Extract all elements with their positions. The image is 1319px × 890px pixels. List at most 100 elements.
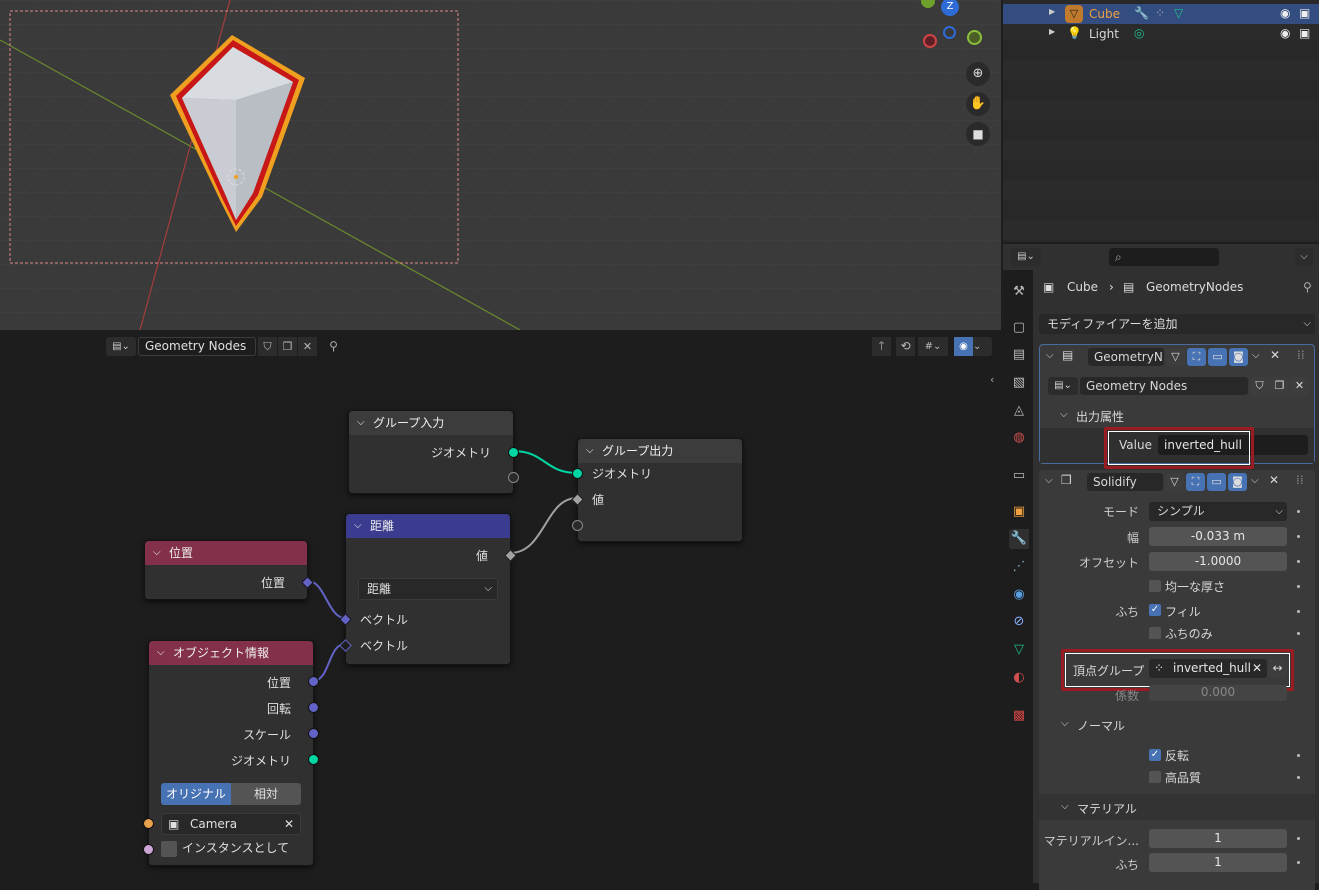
zoom-icon[interactable]: ⊕ bbox=[966, 62, 990, 86]
gizmo-neg-y[interactable] bbox=[967, 30, 982, 45]
properties-editor[interactable]: ▤⌄ ⌕ ⌵ ⚒ ▢ ▤ ▧ ◬ ◍ ▭ ▣ 🔧 ⋰ ◉ ⊘ ▽ ◐ ▩ ▣ C… bbox=[1003, 244, 1319, 890]
texture-tab-icon[interactable]: ▩ bbox=[1009, 706, 1029, 726]
collapse-chevron-icon[interactable]: ⌵ bbox=[1046, 350, 1054, 361]
empty-input-socket[interactable] bbox=[572, 520, 583, 531]
node-header[interactable]: ⌵ 位置 bbox=[145, 541, 307, 565]
dropdown-chevron-icon[interactable]: ⌵ bbox=[1252, 350, 1260, 361]
keyframe-dot[interactable] bbox=[1297, 754, 1300, 757]
keyframe-dot[interactable] bbox=[1297, 510, 1300, 513]
node-header[interactable]: ⌵ オブジェクト情報 bbox=[149, 641, 313, 665]
object-tab-icon[interactable]: ▣ bbox=[1009, 502, 1029, 522]
node-position[interactable]: ⌵ 位置 位置 bbox=[144, 540, 314, 600]
viewport-display-toggle-icon[interactable]: ▭ bbox=[1208, 348, 1227, 366]
original-button[interactable]: オリジナル bbox=[161, 783, 231, 805]
render-camera-icon[interactable]: ▣ bbox=[1299, 6, 1310, 20]
collection-tab-icon[interactable]: ▭ bbox=[1009, 466, 1029, 486]
object-field[interactable]: ▣ Camera ✕ bbox=[161, 813, 301, 835]
options-chevron-icon[interactable]: ⌵ bbox=[1295, 248, 1313, 266]
view-layer-tab-icon[interactable]: ▧ bbox=[1009, 373, 1029, 393]
edit-mode-toggle-icon[interactable]: ▽ bbox=[1166, 348, 1185, 366]
node-group-output[interactable]: ⌵ グループ出力 ジオメトリ 値 bbox=[571, 438, 743, 542]
tree-type-button[interactable]: ▤⌄ bbox=[1048, 377, 1078, 395]
3d-viewport[interactable]: Z ⊕ ✋ ■ bbox=[0, 0, 1001, 330]
eye-icon[interactable]: ◉ bbox=[1280, 26, 1290, 40]
keyframe-dot[interactable] bbox=[1297, 861, 1300, 864]
vertex-group-field[interactable]: ⁘ inverted_hull ✕ bbox=[1149, 659, 1267, 678]
modifier-name-field[interactable]: Solidify bbox=[1087, 473, 1163, 491]
material-index-field[interactable]: 1 bbox=[1149, 829, 1287, 848]
fake-user-shield-icon[interactable]: ⛉ bbox=[1250, 377, 1269, 395]
material-tab-icon[interactable]: ◐ bbox=[1009, 668, 1029, 688]
node-group-field[interactable]: Geometry Nodes bbox=[1080, 377, 1248, 395]
operation-dropdown[interactable]: 距離 ⌵ bbox=[358, 578, 498, 600]
gizmo-y[interactable] bbox=[921, 0, 935, 8]
rim-material-field[interactable]: 1 bbox=[1149, 853, 1287, 872]
expand-arrow-icon[interactable]: ▶ bbox=[1049, 27, 1055, 36]
flip-normals-checkbox[interactable]: ✓ bbox=[1149, 749, 1161, 761]
fill-rim-checkbox[interactable]: ✓ bbox=[1149, 604, 1161, 616]
location-output-socket[interactable] bbox=[308, 676, 319, 687]
object-name[interactable]: Light bbox=[1089, 27, 1119, 41]
expand-chevron-icon[interactable]: ⌵ bbox=[1060, 409, 1068, 420]
hand-icon[interactable]: ✋ bbox=[966, 92, 990, 116]
outliner[interactable]: ▶ ▽ Cube 🔧 ⁘ ▽ ◉ ▣ ▶ 💡 Light ◎ ◉ ▣ bbox=[1003, 0, 1319, 242]
outliner-row-light[interactable]: ▶ 💡 Light ◎ ◉ ▣ bbox=[1003, 24, 1319, 44]
relative-button[interactable]: 相対 bbox=[231, 783, 301, 805]
geometry-output-socket[interactable] bbox=[508, 447, 519, 458]
expand-chevron-icon[interactable]: ⌵ bbox=[1061, 718, 1069, 729]
editor-type-button[interactable]: ▤⌄ bbox=[1011, 248, 1041, 266]
node-distance[interactable]: ⌵ 距離 値 距離 ⌵ ベクトル ベクトル bbox=[339, 513, 517, 665]
high-quality-checkbox[interactable] bbox=[1149, 771, 1161, 783]
dropdown-chevron-icon[interactable]: ⌵ bbox=[1251, 475, 1259, 486]
remove-modifier-icon[interactable]: ✕ bbox=[1270, 348, 1280, 362]
output-tab-icon[interactable]: ▤ bbox=[1009, 345, 1029, 365]
empty-output-socket[interactable] bbox=[508, 472, 519, 483]
search-input[interactable]: ⌕ bbox=[1109, 248, 1219, 266]
node-header[interactable]: ⌵ グループ入力 bbox=[349, 411, 513, 435]
outliner-row-cube[interactable]: ▶ ▽ Cube 🔧 ⁘ ▽ ◉ ▣ bbox=[1003, 4, 1319, 24]
node-object-info[interactable]: ⌵ オブジェクト情報 位置 回転 スケール ジオメトリ オリジナル 相対 ▣ Ca… bbox=[143, 640, 319, 866]
as-instance-input-socket[interactable] bbox=[143, 844, 154, 855]
scale-output-socket[interactable] bbox=[308, 728, 319, 739]
object-input-socket[interactable] bbox=[143, 818, 154, 829]
cage-toggle-icon[interactable]: ⛶ bbox=[1187, 348, 1206, 366]
scene-tab-icon[interactable]: ◬ bbox=[1009, 401, 1029, 421]
constraints-tab-icon[interactable]: ⊘ bbox=[1009, 612, 1029, 632]
tool-tab-icon[interactable]: ⚒ bbox=[1009, 282, 1029, 302]
keyframe-dot[interactable] bbox=[1297, 585, 1300, 588]
expand-arrow-icon[interactable]: ▶ bbox=[1049, 7, 1055, 16]
factor-field[interactable]: 0.000 bbox=[1149, 685, 1287, 701]
expand-chevron-icon[interactable]: ⌵ bbox=[1061, 801, 1069, 812]
add-modifier-dropdown[interactable]: モディファイアーを追加 ⌵ bbox=[1039, 314, 1315, 334]
drag-handle-icon[interactable]: ⁞⁞ bbox=[1297, 348, 1305, 362]
collapse-chevron-icon[interactable]: ⌵ bbox=[1045, 475, 1053, 486]
keyframe-dot[interactable] bbox=[1297, 535, 1300, 538]
even-thickness-checkbox[interactable] bbox=[1149, 580, 1161, 592]
gizmo-neg-x[interactable] bbox=[923, 34, 937, 48]
node-group-input[interactable]: ⌵ グループ入力 ジオメトリ bbox=[348, 410, 519, 494]
offset-field[interactable]: -1.0000 bbox=[1149, 552, 1287, 571]
unlink-close-icon[interactable]: ✕ bbox=[1290, 377, 1309, 395]
rotation-output-socket[interactable] bbox=[308, 702, 319, 713]
navigation-gizmo[interactable]: Z bbox=[915, 0, 995, 50]
modifier-name-field[interactable]: GeometryN... bbox=[1088, 348, 1164, 366]
drag-handle-icon[interactable]: ⁞⁞ bbox=[1296, 473, 1304, 487]
data-tab-icon[interactable]: ▽ bbox=[1009, 640, 1029, 660]
keyframe-dot[interactable] bbox=[1297, 560, 1300, 563]
physics-tab-icon[interactable]: ◉ bbox=[1009, 585, 1029, 605]
particles-tab-icon[interactable]: ⋰ bbox=[1009, 557, 1029, 577]
close-icon[interactable]: ✕ bbox=[284, 814, 294, 834]
keyframe-dot[interactable] bbox=[1297, 632, 1300, 635]
eye-icon[interactable]: ◉ bbox=[1280, 6, 1290, 20]
gizmo-z[interactable]: Z bbox=[941, 0, 959, 16]
rim-only-checkbox[interactable] bbox=[1149, 627, 1161, 639]
cage-toggle-icon[interactable]: ⛶ bbox=[1186, 473, 1205, 491]
world-tab-icon[interactable]: ◍ bbox=[1009, 428, 1029, 448]
invert-vertex-group-icon[interactable]: ↔ bbox=[1268, 659, 1287, 678]
node-header[interactable]: ⌵ 距離 bbox=[346, 514, 510, 538]
as-instance-checkbox[interactable] bbox=[161, 841, 177, 857]
edit-mode-toggle-icon[interactable]: ▽ bbox=[1165, 473, 1184, 491]
render-tab-icon[interactable]: ▢ bbox=[1009, 318, 1029, 338]
thickness-field[interactable]: -0.033 m bbox=[1149, 527, 1287, 546]
node-editor[interactable]: ▤⌄ Geometry Nodes ⛉ ❐ ✕ ⚲ ↑ ⟲ #⌄ ◉ ⌄ ‹ ⌵ グ… bbox=[0, 331, 1001, 883]
